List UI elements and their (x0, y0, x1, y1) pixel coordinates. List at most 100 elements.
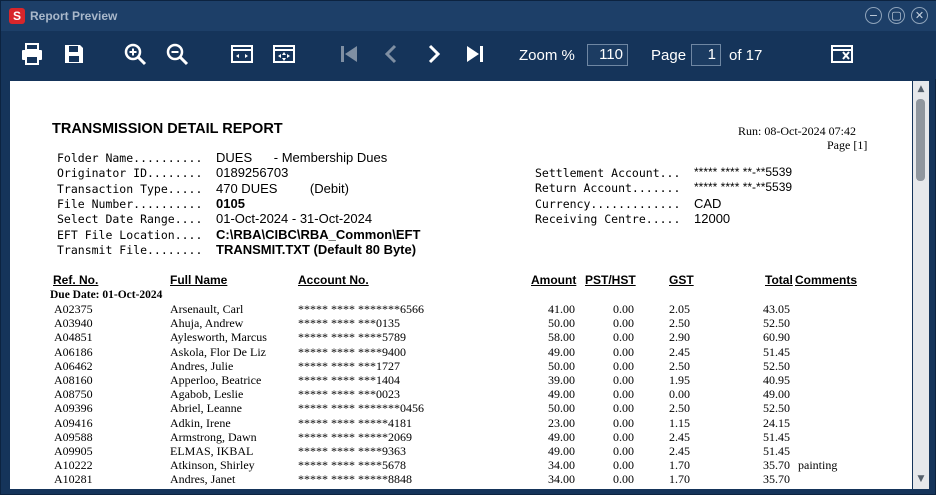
table-row: A10222 Atkinson, Shirley ***** **** ****56… (10, 458, 912, 472)
table-row: A10281 Andres, Janet ***** **** *****8848 3… (10, 472, 912, 486)
cell-amount: 49.00 (548, 387, 575, 402)
save-icon[interactable] (61, 41, 87, 67)
header-value: 0105 (216, 195, 245, 211)
header-label: Originator ID........ (57, 166, 203, 181)
cell-pst-hst: 0.00 (613, 401, 634, 416)
cell-gst: 1.95 (669, 373, 690, 387)
cell-account-no: ***** **** *******0456 (298, 401, 424, 416)
header-value: 470 DUES (Debit) (216, 180, 349, 196)
cell-amount: 34.00 (548, 458, 575, 473)
cell-account-no: ***** **** ***0135 (298, 316, 400, 331)
title-bar[interactable]: S Report Preview − ▢ ✕ (1, 1, 936, 31)
scroll-down-icon[interactable]: ▼ (916, 475, 926, 484)
col-full-name: Full Name (170, 273, 228, 287)
cell-ref-no: A09905 (54, 444, 93, 458)
header-value: CAD (694, 195, 722, 211)
restore-icon[interactable]: ▢ (888, 7, 905, 24)
table-row: A09588 Armstrong, Dawn ***** **** *****206… (10, 430, 912, 444)
report-title: TRANSMISSION DETAIL REPORT (52, 121, 283, 137)
cell-total: 40.95 (763, 373, 790, 387)
cell-full-name: Agabob, Leslie (170, 387, 244, 402)
close-icon[interactable]: ✕ (911, 7, 928, 24)
cell-ref-no: A10222 (54, 458, 93, 473)
table-row: A03940 Ahuja, Andrew ***** **** ***0135 50.… (10, 316, 912, 330)
cell-full-name: Adkin, Irene (170, 415, 231, 430)
cell-full-name: Aylesworth, Marcus (170, 330, 267, 345)
cell-full-name: Askola, Flor De Liz (170, 344, 266, 359)
zoom-input[interactable]: 110 (587, 44, 628, 66)
header-label: Return Account....... (535, 181, 681, 196)
group-due-date: Due Date: 01-Oct-2024 (50, 289, 163, 301)
table-row: A06462 Andres, Julie ***** **** ***1727 50.… (10, 359, 912, 373)
close-preview-icon[interactable] (829, 41, 855, 67)
cell-full-name: Atkinson, Shirley (170, 458, 255, 473)
header-label: Select Date Range.... (57, 212, 203, 227)
cell-ref-no: A08750 (54, 387, 93, 402)
report-page: TRANSMISSION DETAIL REPORT Run: 08-Oct-2… (10, 81, 912, 489)
cell-gst: 2.90 (669, 330, 690, 345)
cell-account-no: ***** **** *****2069 (298, 429, 412, 444)
cell-gst: 1.70 (669, 472, 690, 487)
cell-total: 51.45 (763, 429, 790, 444)
cell-account-no: ***** **** ***1404 (298, 373, 400, 387)
cell-pst-hst: 0.00 (613, 458, 634, 473)
cell-pst-hst: 0.00 (613, 302, 634, 316)
page-input[interactable]: 1 (691, 44, 721, 66)
cell-gst: 2.50 (669, 316, 690, 331)
col-comments: Comments (795, 273, 858, 287)
printer-icon[interactable] (19, 41, 45, 67)
zoom-label: Zoom % (519, 47, 575, 64)
cell-pst-hst: 0.00 (613, 316, 634, 331)
scroll-up-icon[interactable]: ▲ (916, 85, 926, 94)
cell-account-no: ***** **** ****9400 (298, 344, 406, 359)
fit-page-icon[interactable] (271, 41, 297, 67)
cell-gst: 2.50 (669, 358, 690, 373)
col-gst: GST (669, 273, 694, 287)
cell-total: 51.45 (763, 444, 790, 458)
minimize-icon[interactable]: − (865, 7, 882, 24)
page-label: Page (651, 47, 687, 64)
header-value: TRANSMIT.TXT (Default 80 Byte) (216, 241, 417, 257)
cell-total: 43.05 (763, 302, 790, 316)
table-row: A09396 Abriel, Leanne ***** **** *******04… (10, 401, 912, 415)
cell-account-no: ***** **** ****5678 (298, 458, 406, 473)
cell-amount: 34.00 (548, 472, 575, 487)
cell-gst: 1.15 (669, 415, 690, 430)
cell-ref-no: A10281 (54, 472, 93, 487)
cell-full-name: ELMAS, IKBAL (170, 444, 254, 458)
first-page-icon[interactable] (336, 41, 362, 67)
table-row: A04851 Aylesworth, Marcus ***** **** ****5… (10, 330, 912, 344)
cell-gst: 1.70 (669, 458, 690, 473)
scroll-thumb[interactable] (916, 99, 925, 181)
header-label: Transmit File........ (57, 242, 203, 257)
cell-full-name: Ahuja, Andrew (170, 316, 244, 331)
table-row: A08160 Apperloo, Beatrice ***** **** ***14… (10, 373, 912, 387)
fit-width-icon[interactable] (229, 41, 255, 67)
cell-ref-no: A04851 (54, 330, 93, 345)
last-page-icon[interactable] (462, 41, 488, 67)
zoom-in-icon[interactable] (122, 41, 148, 67)
col-ref-no: Ref. No. (53, 273, 99, 287)
zoom-out-icon[interactable] (164, 41, 190, 67)
cell-gst: 2.50 (669, 401, 690, 416)
vertical-scrollbar[interactable]: ▲ ▼ (913, 81, 929, 489)
cell-amount: 39.00 (548, 373, 575, 387)
cell-amount: 50.00 (548, 358, 575, 373)
cell-pst-hst: 0.00 (613, 387, 634, 402)
cell-full-name: Andres, Julie (170, 358, 234, 373)
cell-total: 35.70 (763, 472, 790, 487)
cell-full-name: Andres, Janet (170, 472, 236, 487)
previous-page-icon[interactable] (379, 41, 405, 67)
header-value: 01-Oct-2024 - 31-Oct-2024 (216, 211, 373, 227)
cell-gst: 0.00 (669, 387, 690, 402)
header-label: Settlement Account... (535, 166, 681, 180)
cell-ref-no: A09588 (54, 429, 93, 444)
header-label: EFT File Location.... (57, 227, 203, 242)
col-account-no: Account No. (298, 273, 369, 287)
header-label: Currency............. (535, 196, 681, 211)
cell-total: 51.45 (763, 344, 790, 359)
cell-amount: 41.00 (548, 302, 575, 316)
cell-total: 52.50 (763, 358, 790, 373)
next-page-icon[interactable] (420, 41, 446, 67)
cell-amount: 49.00 (548, 344, 575, 359)
